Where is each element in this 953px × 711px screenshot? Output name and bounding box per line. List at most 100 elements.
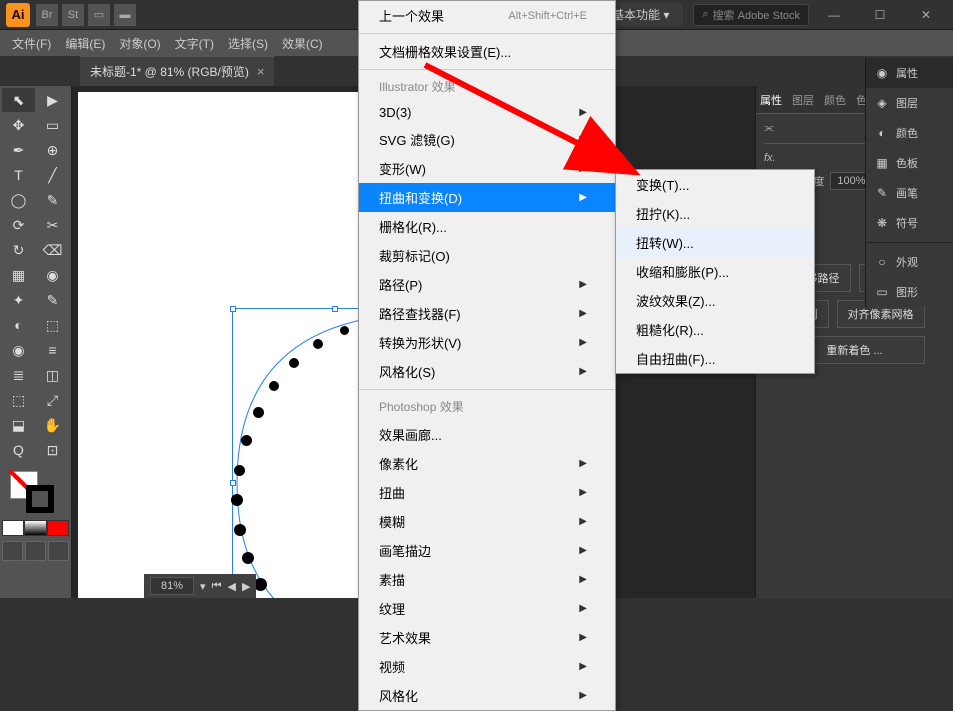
dock-图层[interactable]: ◈图层 (866, 88, 953, 118)
menu-效果(C)[interactable]: 效果(C) (276, 31, 329, 56)
tool-9[interactable]: ✎ (36, 188, 69, 212)
tool-26[interactable]: ⬓ (2, 413, 35, 437)
menu-编辑(E)[interactable]: 编辑(E) (59, 31, 111, 56)
menu-对象(O)[interactable]: 对象(O) (113, 31, 166, 56)
stock-search[interactable]: ⌕搜索 Adobe Stock (693, 4, 809, 26)
tool-6[interactable]: T (2, 163, 35, 187)
menuitem-扭曲[interactable]: 扭曲▶ (359, 478, 615, 507)
tool-3[interactable]: ▭ (36, 113, 69, 137)
submenuitem-收缩和膨胀(P)...[interactable]: 收缩和膨胀(P)... (616, 257, 814, 286)
menuitem-裁剪标记(O)[interactable]: 裁剪标记(O) (359, 241, 615, 270)
dock-画笔[interactable]: ✎画笔 (866, 178, 953, 208)
color-mode-row[interactable] (2, 520, 69, 536)
dock-属性[interactable]: ◉属性 (866, 58, 953, 88)
tool-7[interactable]: ╱ (36, 163, 69, 187)
tool-16[interactable]: ✦ (2, 288, 35, 312)
tab-close-button[interactable]: × (257, 64, 265, 79)
menuitem-视频[interactable]: 视频▶ (359, 652, 615, 681)
dock-颜色[interactable]: ◐颜色 (866, 118, 953, 148)
submenuitem-自由扭曲(F)...[interactable]: 自由扭曲(F)... (616, 344, 814, 373)
menuitem-像素化[interactable]: 像素化▶ (359, 449, 615, 478)
menuitem-3D(3)[interactable]: 3D(3)▶ (359, 100, 615, 125)
tool-27[interactable]: ✋ (36, 413, 69, 437)
nav-prev-icon[interactable]: ◀ (227, 580, 235, 593)
tool-20[interactable]: ◉ (2, 338, 35, 362)
menuitem-文档栅格效果设置(E)...[interactable]: 文档栅格效果设置(E)... (359, 37, 615, 66)
menuitem-路径(P)[interactable]: 路径(P)▶ (359, 270, 615, 299)
submenuitem-扭转(W)...[interactable]: 扭转(W)... (616, 228, 814, 257)
dock-符号[interactable]: ❋符号 (866, 208, 953, 238)
tool-24[interactable]: ⬚ (2, 388, 35, 412)
minimize-button[interactable]: — (813, 1, 855, 29)
menu-文件(F)[interactable]: 文件(F) (6, 31, 57, 56)
menuitem-转换为形状(V)[interactable]: 转换为形状(V)▶ (359, 328, 615, 357)
panel-tab-属性[interactable]: 属性 (760, 92, 782, 108)
tool-17[interactable]: ✎ (36, 288, 69, 312)
menuitem-上一个效果[interactable]: 上一个效果Alt+Shift+Ctrl+E (359, 1, 615, 30)
menuitem-变形(W)[interactable]: 变形(W)▶ (359, 154, 615, 183)
path-dot (241, 435, 252, 446)
tool-8[interactable]: ◯ (2, 188, 35, 212)
nav-next-icon[interactable]: ▶ (242, 580, 250, 593)
submenuitem-粗糙化(R)...[interactable]: 粗糙化(R)... (616, 315, 814, 344)
tool-1[interactable]: ▶ (36, 88, 69, 112)
panel-tab-颜色[interactable]: 颜色 (824, 92, 846, 108)
tool-22[interactable]: ≣ (2, 363, 35, 387)
tool-28[interactable]: Q (2, 438, 35, 462)
arrange2-icon[interactable]: ▬ (114, 4, 136, 26)
tool-14[interactable]: ▦ (2, 263, 35, 287)
zoom-dropdown-icon[interactable]: ▾ (200, 580, 206, 593)
menuitem-风格化(S)[interactable]: 风格化(S)▶ (359, 357, 615, 386)
submenuitem-波纹效果(Z)...[interactable]: 波纹效果(Z)... (616, 286, 814, 315)
dock-图形[interactable]: ▭图形 (866, 277, 953, 307)
menuitem-风格化[interactable]: 风格化▶ (359, 681, 615, 710)
arrange-icon[interactable]: ▭ (88, 4, 110, 26)
tool-15[interactable]: ◉ (36, 263, 69, 287)
menuitem-模糊[interactable]: 模糊▶ (359, 507, 615, 536)
dock-色板[interactable]: ▦色板 (866, 148, 953, 178)
menu-文字(T)[interactable]: 文字(T) (169, 31, 220, 56)
stock-icon[interactable]: St (62, 4, 84, 26)
bridge-icon[interactable]: Br (36, 4, 58, 26)
menuitem-纹理[interactable]: 纹理▶ (359, 594, 615, 623)
document-tab[interactable]: 未标题-1* @ 81% (RGB/预览) × (80, 56, 274, 86)
tool-12[interactable]: ↻ (2, 238, 35, 262)
submenuitem-变换(T)...[interactable]: 变换(T)... (616, 170, 814, 199)
tool-25[interactable]: ⤢ (36, 388, 69, 412)
panel-tab-图层[interactable]: 图层 (792, 92, 814, 108)
path-dot (242, 552, 254, 564)
tool-21[interactable]: ≡ (36, 338, 69, 362)
menuitem-效果画廊...[interactable]: 效果画廊... (359, 420, 615, 449)
dock-外观[interactable]: ○外观 (866, 247, 953, 277)
close-button[interactable]: ✕ (905, 1, 947, 29)
tool-18[interactable]: ◐ (2, 313, 35, 337)
fx-icon[interactable]: fx. (764, 152, 776, 164)
screen-mode-row[interactable] (2, 541, 69, 561)
submenuitem-扭拧(K)...[interactable]: 扭拧(K)... (616, 199, 814, 228)
menu-选择(S)[interactable]: 选择(S) (222, 31, 274, 56)
tool-13[interactable]: ⌫ (36, 238, 69, 262)
path-dot (313, 339, 323, 349)
menuitem-艺术效果[interactable]: 艺术效果▶ (359, 623, 615, 652)
tool-19[interactable]: ⬚ (36, 313, 69, 337)
tool-29[interactable]: ⊡ (36, 438, 69, 462)
色板-icon: ▦ (874, 155, 890, 171)
tool-4[interactable]: ✒ (2, 138, 35, 162)
maximize-button[interactable]: ☐ (859, 1, 901, 29)
fill-stroke-swatch[interactable] (2, 467, 69, 517)
tool-2[interactable]: ✥ (2, 113, 35, 137)
link-icon[interactable]: ⫘ (764, 122, 778, 135)
menuitem-路径查找器(F)[interactable]: 路径查找器(F)▶ (359, 299, 615, 328)
tool-5[interactable]: ⊕ (36, 138, 69, 162)
menuitem-栅格化(R)...[interactable]: 栅格化(R)... (359, 212, 615, 241)
menuitem-SVG 滤镜(G)[interactable]: SVG 滤镜(G)▶ (359, 125, 615, 154)
tool-10[interactable]: ⟳ (2, 213, 35, 237)
menuitem-素描[interactable]: 素描▶ (359, 565, 615, 594)
tool-0[interactable]: ⬉ (2, 88, 35, 112)
tool-23[interactable]: ◫ (36, 363, 69, 387)
tool-11[interactable]: ✂ (36, 213, 69, 237)
menuitem-画笔描边[interactable]: 画笔描边▶ (359, 536, 615, 565)
nav-first-icon[interactable]: ⏮ (212, 580, 222, 593)
zoom-field[interactable]: 81% (150, 577, 194, 595)
menuitem-扭曲和变换(D)[interactable]: 扭曲和变换(D)▶ (359, 183, 615, 212)
